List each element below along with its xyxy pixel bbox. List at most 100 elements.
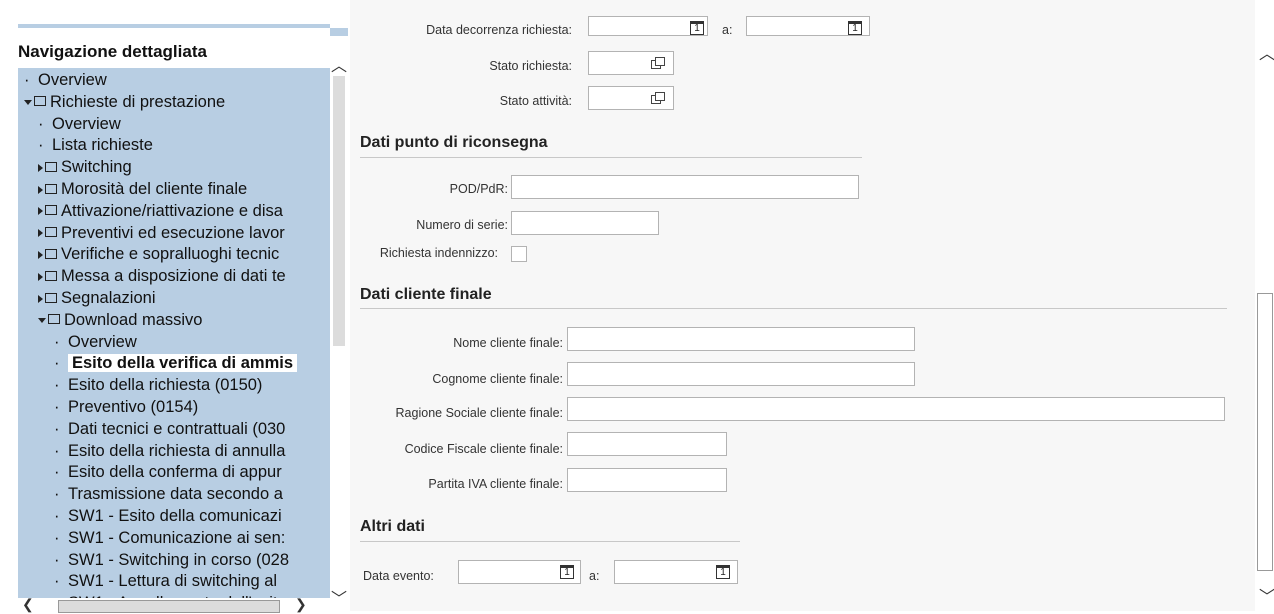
- tree-item[interactable]: Switching: [38, 157, 132, 178]
- scroll-right-icon[interactable]: ❯: [295, 596, 307, 613]
- codice-fiscale-input[interactable]: [567, 432, 727, 456]
- data-decorrenza-a-label: a:: [722, 23, 733, 37]
- calendar-icon[interactable]: 1: [560, 565, 574, 579]
- multiselect-popup-icon[interactable]: [651, 92, 665, 104]
- tree-item-label: Overview: [68, 332, 137, 351]
- tree-item-label: SW1 - Comunicazione ai sen:: [68, 528, 286, 547]
- bullet-icon: ·: [54, 332, 60, 351]
- bullet-icon: ·: [54, 419, 60, 438]
- tree-item-label: Morosità del cliente finale: [61, 180, 248, 198]
- tree-item[interactable]: Messa a disposizione di dati te: [38, 266, 286, 287]
- data-decorrenza-label: Data decorrenza richiesta:: [426, 23, 572, 37]
- tree-item[interactable]: · Overview: [24, 70, 107, 91]
- tree-item-label: Segnalazioni: [61, 289, 156, 307]
- tree-item[interactable]: · Lista richieste: [38, 135, 153, 156]
- tree-item[interactable]: · SW1 - Lettura di switching al: [54, 571, 277, 592]
- tree-item[interactable]: · SW1 - Comunicazione ai sen:: [54, 528, 285, 549]
- bullet-icon: ·: [54, 463, 60, 482]
- numero-serie-input[interactable]: [511, 211, 659, 235]
- bullet-icon: ·: [54, 441, 60, 460]
- codice-fiscale-label: Codice Fiscale cliente finale:: [404, 442, 563, 456]
- numero-serie-label: Numero di serie:: [416, 218, 508, 232]
- scroll-left-icon[interactable]: ❮: [22, 596, 34, 613]
- tree-item[interactable]: Segnalazioni: [38, 288, 156, 309]
- tree-item[interactable]: · Overview: [54, 332, 137, 353]
- tree-item[interactable]: · Dati tecnici e contrattuali (030: [54, 419, 285, 440]
- collapsed-triangle-icon[interactable]: [38, 229, 43, 238]
- partita-iva-input[interactable]: [567, 468, 727, 492]
- tree-item[interactable]: · SW1 - Esito della comunicazi: [54, 506, 282, 527]
- nome-input[interactable]: [567, 327, 915, 351]
- richiesta-indennizzo-label: Richiesta indennizzo:: [379, 246, 498, 260]
- tree-item-label: Attivazione/riattivazione e disa: [61, 201, 283, 220]
- multiselect-popup-icon[interactable]: [651, 57, 665, 69]
- calendar-icon[interactable]: 1: [690, 21, 704, 35]
- tree-item[interactable]: Verifiche e sopralluoghi tecnic: [38, 244, 279, 265]
- collapsed-triangle-icon[interactable]: [38, 294, 43, 303]
- tree-item[interactable]: · Trasmissione data secondo a: [54, 484, 283, 505]
- richiesta-indennizzo-checkbox[interactable]: [511, 246, 527, 262]
- navigation-title: Navigazione dettagliata: [18, 42, 207, 61]
- folder-icon: [48, 314, 60, 325]
- tree-item-label: Lista richieste: [52, 136, 153, 155]
- tree-item-label: Esito della verifica di ammis: [68, 354, 298, 373]
- tree-item[interactable]: · Preventivo (0154): [54, 397, 198, 418]
- pod-input[interactable]: [511, 175, 859, 199]
- tree-item[interactable]: Download massivo: [38, 310, 202, 331]
- ragione-sociale-label: Ragione Sociale cliente finale:: [395, 406, 563, 420]
- cognome-label: Cognome cliente finale:: [432, 372, 563, 386]
- ragione-sociale-input[interactable]: [567, 397, 1225, 421]
- scroll-up-icon[interactable]: ︿: [1259, 40, 1274, 64]
- cognome-input[interactable]: [567, 362, 915, 386]
- section-title-punto: Dati punto di riconsegna: [360, 134, 548, 151]
- stato-richiesta-label: Stato richiesta:: [489, 59, 572, 73]
- expanded-triangle-icon[interactable]: [24, 99, 32, 105]
- scroll-down-icon[interactable]: ﹀: [1259, 583, 1274, 607]
- tree-item-label: Preventivi ed esecuzione lavor: [61, 223, 285, 242]
- nome-label: Nome cliente finale:: [453, 336, 563, 350]
- main-scroll-thumb[interactable]: [1257, 293, 1273, 571]
- collapsed-triangle-icon[interactable]: [38, 163, 43, 172]
- bullet-icon: ·: [54, 528, 60, 547]
- bullet-icon: ·: [54, 507, 60, 525]
- pod-label: POD/PdR:: [449, 182, 508, 196]
- tree-item[interactable]: Richieste di prestazione: [24, 92, 225, 113]
- collapsed-triangle-icon[interactable]: [38, 207, 43, 216]
- tree-item-label: SW1 - Esito della comunicazi: [68, 507, 282, 525]
- main-form-area: [350, 0, 1255, 611]
- folder-icon: [45, 161, 57, 172]
- tree-item[interactable]: · Overview: [38, 114, 121, 135]
- data-evento-label: Data evento:: [363, 569, 434, 583]
- tree-item-label: Verifiche e sopralluoghi tecnic: [61, 245, 280, 264]
- tree-item-label: Esito della richiesta di annulla: [68, 441, 286, 460]
- calendar-icon[interactable]: 1: [848, 21, 862, 35]
- section-divider: [360, 157, 862, 158]
- expanded-triangle-icon[interactable]: [38, 317, 46, 323]
- collapsed-triangle-icon[interactable]: [38, 272, 43, 281]
- tree-item-label: Overview: [38, 71, 107, 89]
- tree-item[interactable]: · Esito della richiesta di annulla: [54, 441, 285, 462]
- scroll-up-icon[interactable]: ︿: [331, 52, 347, 76]
- tree-item[interactable]: Morosità del cliente finale: [38, 179, 247, 200]
- folder-icon: [45, 205, 57, 216]
- tree-item-label: Switching: [61, 158, 132, 177]
- tree-item[interactable]: · Esito della richiesta (0150): [54, 375, 262, 396]
- bullet-icon: ·: [38, 136, 44, 155]
- bullet-icon: ·: [54, 485, 60, 504]
- folder-icon: [45, 227, 57, 238]
- tree-item[interactable]: Preventivi ed esecuzione lavor: [38, 223, 285, 244]
- tree-item[interactable]: Attivazione/riattivazione e disa: [38, 201, 283, 222]
- sidebar-scroll-thumb[interactable]: [333, 76, 345, 346]
- tree-item[interactable]: · Esito della conferma di appur: [54, 462, 282, 483]
- section-title-altri: Altri dati: [360, 518, 425, 535]
- partita-iva-label: Partita IVA cliente finale:: [428, 477, 563, 491]
- collapsed-triangle-icon[interactable]: [38, 251, 43, 260]
- tree-item-label: SW1 - Switching in corso (028: [68, 550, 290, 569]
- bullet-icon: ·: [38, 114, 44, 133]
- tree-item-selected[interactable]: · Esito della verifica di ammis: [54, 353, 298, 374]
- collapsed-triangle-icon[interactable]: [38, 185, 43, 194]
- tree-item[interactable]: · SW1 - Switching in corso (028: [54, 550, 289, 571]
- bullet-icon: ·: [54, 354, 60, 373]
- calendar-icon[interactable]: 1: [716, 565, 730, 579]
- sidebar-hscroll-thumb[interactable]: [58, 600, 280, 613]
